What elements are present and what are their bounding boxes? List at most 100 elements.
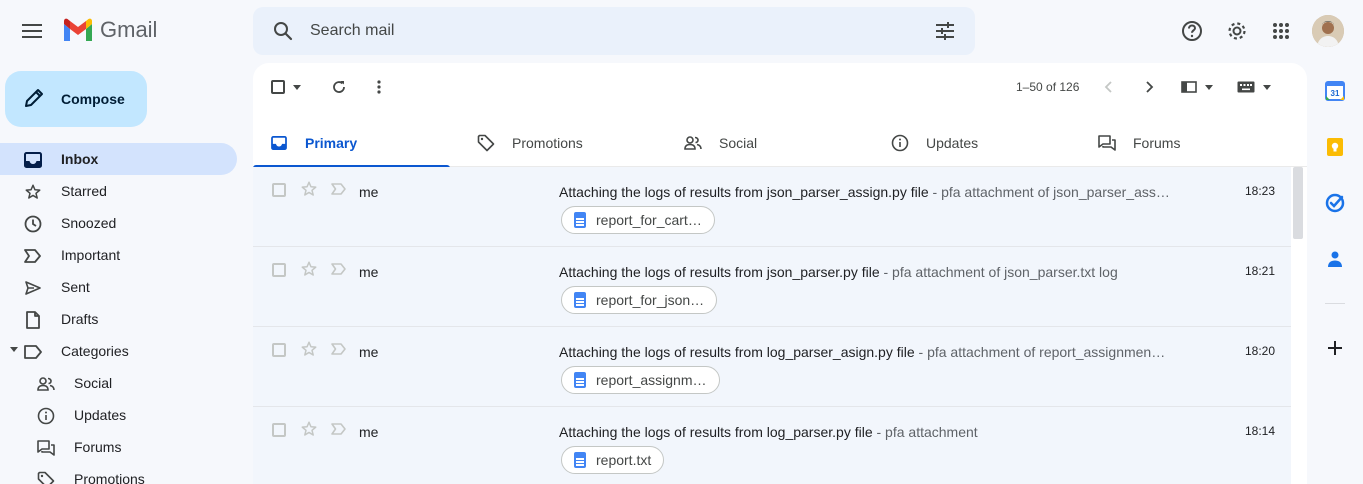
search-bar[interactable]: Search mail (253, 7, 975, 55)
expand-caret-icon[interactable] (10, 347, 18, 352)
search-options-icon[interactable] (933, 19, 957, 43)
star-icon[interactable] (300, 420, 318, 438)
input-tools-toggle[interactable] (1237, 77, 1273, 97)
row-checkbox[interactable] (272, 183, 286, 197)
attachment-chip[interactable]: report.txt (561, 446, 665, 474)
sidebar-item-updates[interactable]: Updates (0, 399, 237, 431)
older-button[interactable] (1139, 77, 1159, 97)
split-pane-toggle[interactable] (1181, 77, 1217, 97)
attachment-chip[interactable]: report_for_json… (561, 286, 718, 314)
star-icon[interactable] (300, 180, 318, 198)
tab-updates[interactable]: Updates (874, 119, 1071, 167)
gmail-m-icon (64, 18, 92, 41)
contacts-icon[interactable] (1325, 249, 1345, 269)
email-sender: me (359, 184, 379, 200)
people-icon (683, 133, 703, 153)
document-icon (574, 292, 586, 308)
document-icon (574, 212, 586, 228)
email-row[interactable]: me Attaching the logs of results from lo… (253, 407, 1291, 484)
sidebar-item-label: Categories (61, 343, 129, 359)
email-row[interactable]: me Attaching the logs of results from lo… (253, 327, 1291, 407)
attachment-name: report_for_cart… (596, 212, 702, 228)
sidebar-item-label: Sent (61, 279, 90, 295)
sidebar-item-label: Snoozed (61, 215, 117, 231)
email-time: 18:21 (1244, 264, 1275, 278)
info-icon (36, 406, 56, 426)
more-options-button[interactable] (369, 77, 389, 97)
tab-label: Forums (1133, 135, 1181, 151)
select-all-checkbox[interactable] (271, 77, 305, 97)
email-row[interactable]: me Attaching the logs of results from js… (253, 247, 1291, 327)
tag-icon (36, 470, 56, 484)
sidebar-item-sent[interactable]: Sent (0, 271, 237, 303)
sidebar-item-social[interactable]: Social (0, 367, 237, 399)
add-icon[interactable] (1325, 338, 1345, 358)
star-icon[interactable] (300, 340, 318, 358)
row-checkbox[interactable] (272, 343, 286, 357)
keyboard-icon (1237, 81, 1255, 93)
compose-label: Compose (61, 91, 125, 107)
important-icon[interactable] (330, 180, 348, 198)
attachment-chip[interactable]: report_assignm… (561, 366, 720, 394)
email-snippet: - pfa attachment of report_assignmen… (914, 344, 1166, 360)
support-button[interactable] (1180, 19, 1204, 43)
important-icon[interactable] (330, 420, 348, 438)
keep-icon[interactable] (1325, 137, 1345, 157)
sidebar-item-starred[interactable]: Starred (0, 175, 237, 207)
tab-primary[interactable]: Primary (253, 119, 450, 168)
sidebar-item-snoozed[interactable]: Snoozed (0, 207, 237, 239)
label-icon (23, 342, 43, 362)
user-photo-icon (1312, 15, 1344, 47)
email-subject-line: Attaching the logs of results from log_p… (559, 344, 1165, 360)
email-snippet: - pfa attachment (872, 424, 978, 440)
attachment-name: report.txt (596, 452, 652, 468)
email-snippet: - pfa attachment of json_parser.txt log (879, 264, 1118, 280)
main-menu-button[interactable] (20, 19, 44, 43)
account-avatar[interactable] (1312, 15, 1344, 47)
sidebar-item-forums[interactable]: Forums (0, 431, 237, 463)
refresh-button[interactable] (329, 77, 349, 97)
attachment-chip[interactable]: report_for_cart… (561, 206, 715, 234)
email-row[interactable]: me Attaching the logs of results from js… (253, 167, 1291, 247)
tab-social[interactable]: Social (667, 119, 864, 167)
email-subject: Attaching the logs of results from log_p… (559, 344, 915, 360)
side-panel-divider (1325, 303, 1345, 304)
row-checkbox[interactable] (272, 423, 286, 437)
compose-button[interactable]: Compose (5, 71, 147, 127)
gear-icon (1228, 22, 1246, 40)
tasks-icon[interactable] (1325, 193, 1345, 213)
apps-button[interactable] (1269, 19, 1293, 43)
checkbox-icon (271, 80, 285, 94)
sidebar-item-label: Social (74, 375, 113, 391)
row-checkbox[interactable] (272, 263, 286, 277)
email-subject-line: Attaching the logs of results from json_… (559, 184, 1170, 200)
important-icon[interactable] (330, 260, 348, 278)
email-subject-line: Attaching the logs of results from log_p… (559, 424, 978, 440)
tab-promotions[interactable]: Promotions (460, 119, 657, 167)
chevron-down-icon (1205, 84, 1213, 90)
tab-forums[interactable]: Forums (1081, 119, 1278, 167)
gmail-logo[interactable]: Gmail (62, 17, 157, 43)
draft-icon (23, 310, 43, 330)
mail-list-panel: 1–50 of 126 Primary Promotions Social Up… (253, 63, 1307, 484)
sidebar-nav: Inbox Starred Snoozed Important Sent Dra… (0, 143, 256, 484)
sidebar-item-drafts[interactable]: Drafts (0, 303, 237, 335)
tab-label: Updates (926, 135, 979, 151)
scrollbar-thumb[interactable] (1293, 167, 1303, 239)
important-icon[interactable] (330, 340, 348, 358)
sidebar-item-promotions[interactable]: Promotions (0, 463, 237, 484)
star-icon[interactable] (300, 260, 318, 278)
settings-button[interactable] (1225, 19, 1249, 43)
sidebar-item-inbox[interactable]: Inbox (0, 143, 237, 175)
calendar-icon[interactable]: 31 (1325, 81, 1345, 101)
refresh-icon (333, 81, 345, 93)
sidebar-item-important[interactable]: Important (0, 239, 237, 271)
category-tabs: Primary Promotions Social Updates Forums (253, 119, 1307, 168)
search-icon[interactable] (271, 19, 295, 43)
document-icon (574, 372, 586, 388)
search-input[interactable]: Search mail (310, 22, 394, 40)
app-name: Gmail (100, 17, 158, 42)
newer-button[interactable] (1099, 77, 1119, 97)
apps-grid-icon (1273, 23, 1289, 39)
sidebar-item-categories[interactable]: Categories (0, 335, 237, 367)
